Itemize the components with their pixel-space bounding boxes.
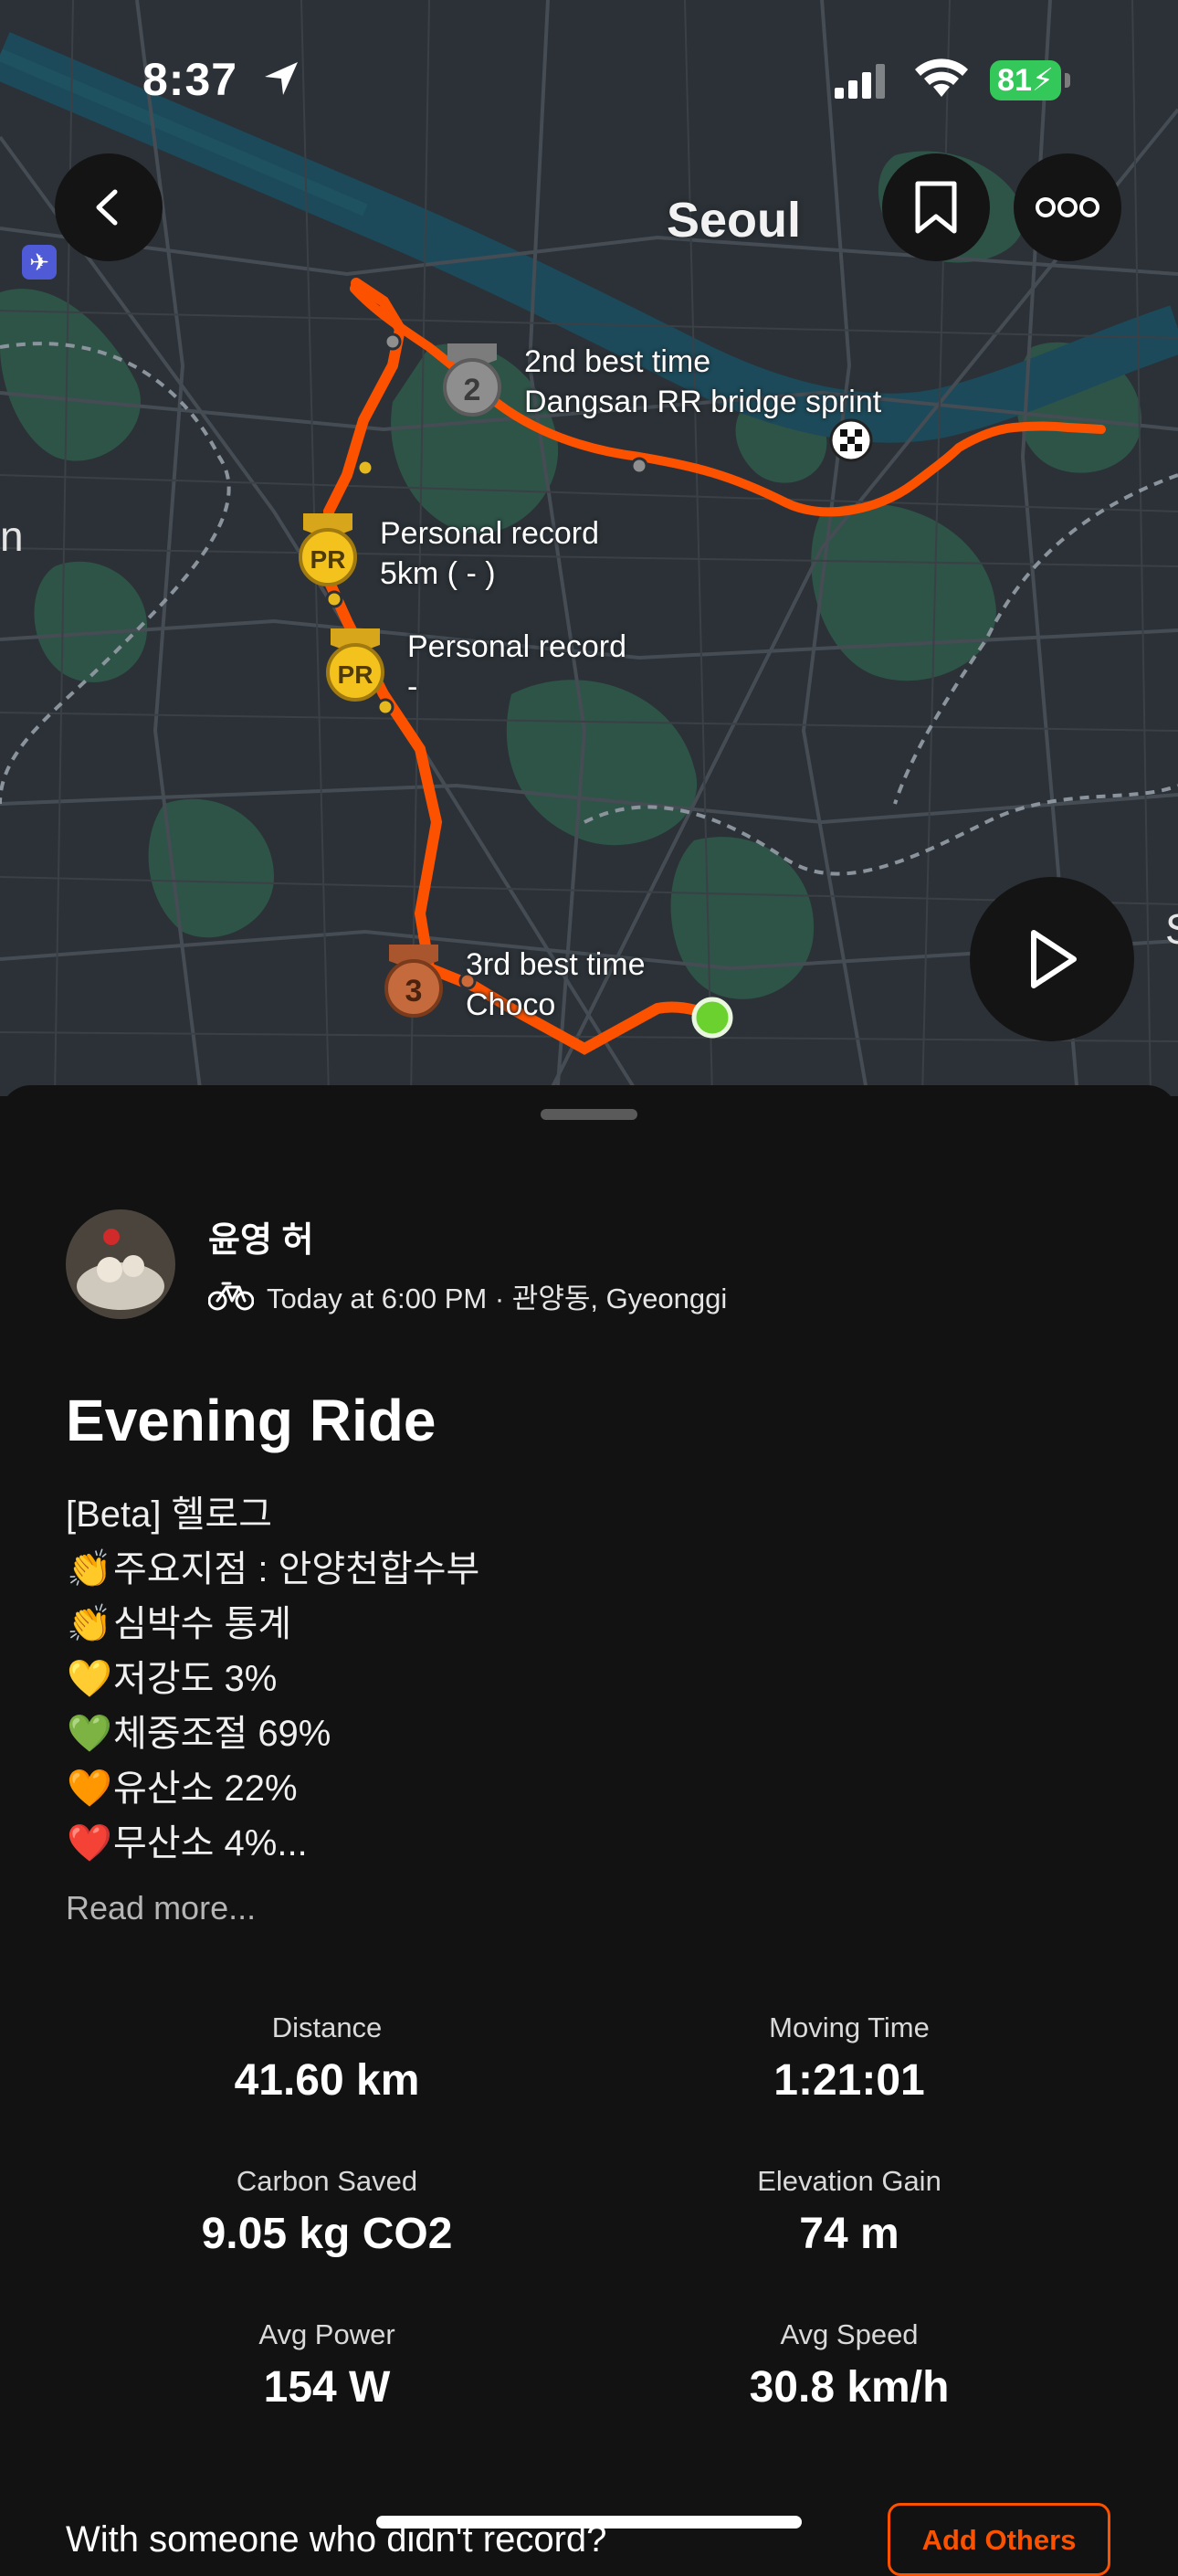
back-button[interactable] xyxy=(55,153,163,261)
description-line: ❤️무산소 4%... xyxy=(66,1816,479,1871)
stat-value: 74 m xyxy=(799,2210,899,2258)
svg-text:3: 3 xyxy=(405,974,423,1008)
gold-pr-medal-icon[interactable]: PR xyxy=(296,513,360,592)
stat-label: Elevation Gain xyxy=(757,2165,941,2197)
athlete-name[interactable]: 윤영 허 xyxy=(208,1211,313,1262)
description-line: 💚체중조절 69% xyxy=(66,1706,479,1761)
description-line: 👏주요지점 : 안양천합수부 xyxy=(66,1542,479,1597)
map-edge-label: S xyxy=(1165,904,1178,954)
activity-meta: Today at 6:00 PM · 관양동, Gyeonggi xyxy=(208,1275,727,1316)
achievement-label: 3rd best time Choco xyxy=(466,945,646,1025)
activity-sheet: 윤영 허 Today at 6:00 PM · 관양동, Gyeonggi Ev… xyxy=(0,1085,1178,2576)
stat-value: 41.60 km xyxy=(234,2056,420,2105)
status-time: 8:37 xyxy=(142,54,238,105)
charging-bolt-icon: ⚡ xyxy=(1031,63,1054,98)
bookmark-icon xyxy=(915,181,957,234)
achievement-title: Personal record xyxy=(407,629,627,664)
stat-label: Moving Time xyxy=(769,2011,930,2043)
flyover-play-button[interactable] xyxy=(970,877,1134,1041)
more-options-button[interactable] xyxy=(1014,153,1121,261)
map-city-label: Seoul xyxy=(667,193,802,248)
activity-meta-text: Today at 6:00 PM · 관양동, Gyeonggi xyxy=(267,1283,728,1314)
stat-avg-speed: Avg Speed 30.8 km/h xyxy=(621,2318,1078,2412)
battery-indicator: 81⚡ xyxy=(990,60,1061,100)
achievement-label: Personal record - xyxy=(407,627,626,707)
svg-text:PR: PR xyxy=(310,545,346,574)
more-icon xyxy=(1036,197,1099,217)
battery-nub xyxy=(1065,73,1070,88)
activity-description: [Beta] 헬로그 👏주요지점 : 안양천합수부 👏심박수 통계 💛저강도 3… xyxy=(66,1487,479,1871)
achievement-segment: - xyxy=(407,670,418,704)
achievement-title: Personal record xyxy=(380,516,600,551)
stat-elevation-gain: Elevation Gain 74 m xyxy=(621,2165,1078,2259)
add-others-button[interactable]: Add Others xyxy=(888,2503,1110,2576)
achievement-label: Personal record 5km ( - ) xyxy=(380,513,599,594)
play-icon xyxy=(1031,930,1077,988)
stat-label: Avg Power xyxy=(258,2318,395,2350)
bicycle-icon xyxy=(208,1282,254,1310)
map-edge-label: n xyxy=(0,512,24,560)
stat-value: 9.05 kg CO2 xyxy=(201,2210,453,2258)
clap-icon: 👏 xyxy=(67,1549,112,1589)
stat-value: 154 W xyxy=(263,2363,391,2412)
read-more-link[interactable]: Read more... xyxy=(66,1889,256,1927)
route-map[interactable]: 2 PR PR 3 2nd best time Dangsan RR bridg… xyxy=(0,0,1178,1096)
wifi-icon xyxy=(915,58,968,97)
stat-moving-time: Moving Time 1:21:01 xyxy=(621,2011,1078,2106)
airport-icon: ✈ xyxy=(22,245,57,280)
avatar-image xyxy=(66,1209,175,1319)
stat-avg-power: Avg Power 154 W xyxy=(99,2318,555,2412)
location-arrow-icon xyxy=(265,62,298,95)
stat-label: Carbon Saved xyxy=(236,2165,418,2197)
battery-level: 81 xyxy=(997,63,1032,98)
start-marker xyxy=(691,997,733,1039)
avatar[interactable] xyxy=(66,1209,175,1319)
clap-icon: 👏 xyxy=(67,1604,112,1644)
stat-carbon-saved: Carbon Saved 9.05 kg CO2 xyxy=(99,2165,555,2259)
description-line: [Beta] 헬로그 xyxy=(66,1494,273,1535)
achievement-segment: 5km ( - ) xyxy=(380,556,496,591)
achievement-label: 2nd best time Dangsan RR bridge sprint xyxy=(524,342,881,422)
stat-value: 1:21:01 xyxy=(773,2056,925,2105)
stat-value: 30.8 km/h xyxy=(749,2363,950,2412)
green-heart-icon: 💚 xyxy=(67,1714,112,1754)
achievement-segment: Choco xyxy=(466,987,556,1022)
achievement-title: 3rd best time xyxy=(466,947,646,982)
orange-heart-icon: 🧡 xyxy=(67,1768,112,1809)
stat-distance: Distance 41.60 km xyxy=(99,2011,555,2106)
yellow-heart-icon: 💛 xyxy=(67,1659,112,1699)
silver-medal-icon[interactable]: 2 xyxy=(440,343,504,422)
bronze-medal-icon[interactable]: 3 xyxy=(382,945,446,1023)
svg-text:2: 2 xyxy=(464,373,481,407)
gold-pr-medal-icon[interactable]: PR xyxy=(323,628,387,707)
stat-label: Avg Speed xyxy=(780,2318,919,2350)
stat-label: Distance xyxy=(271,2011,383,2043)
red-heart-icon: ❤️ xyxy=(67,1823,112,1863)
svg-text:PR: PR xyxy=(338,660,373,689)
activity-title: Evening Ride xyxy=(66,1388,436,1453)
description-line: 🧡유산소 22% xyxy=(66,1761,479,1816)
description-line: 💛저강도 3% xyxy=(66,1652,479,1706)
chevron-left-icon xyxy=(96,189,118,226)
home-indicator[interactable] xyxy=(376,2516,802,2528)
achievement-title: 2nd best time xyxy=(524,344,711,379)
bookmark-button[interactable] xyxy=(882,153,990,261)
description-line: 👏심박수 통계 xyxy=(66,1597,479,1652)
finish-flag-icon xyxy=(829,418,873,462)
sheet-grabber[interactable] xyxy=(541,1109,637,1120)
achievement-segment: Dangsan RR bridge sprint xyxy=(524,385,882,419)
cellular-signal-icon xyxy=(835,64,885,99)
